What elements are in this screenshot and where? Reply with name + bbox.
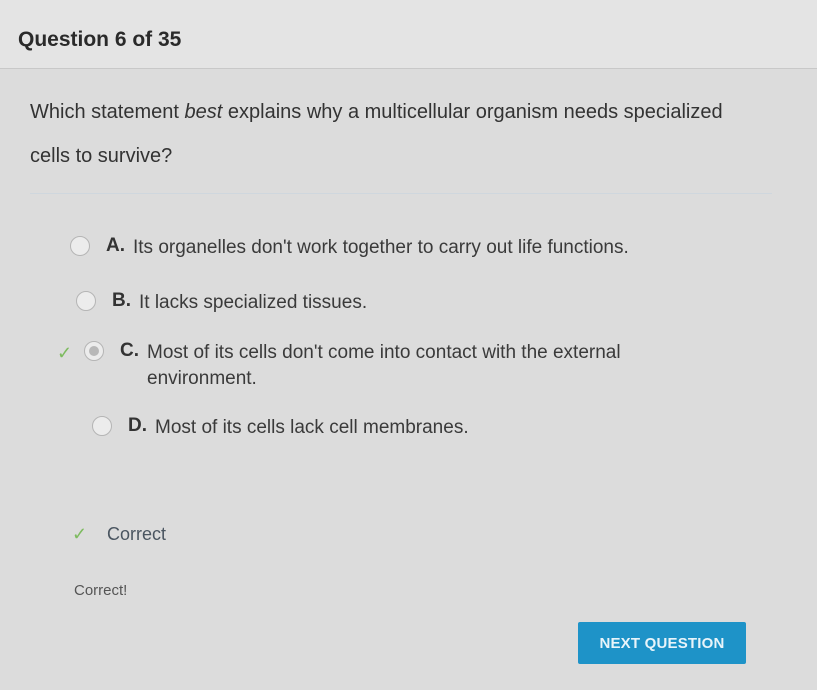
- result-status: Correct: [107, 524, 167, 544]
- check-icon: ✓: [72, 524, 88, 544]
- option-a-radio[interactable]: [70, 236, 90, 256]
- option-c-text: Most of its cells don't come into contac…: [147, 342, 621, 389]
- check-icon: ✓: [57, 343, 73, 363]
- option-b-letter: B.: [112, 290, 131, 311]
- question-text-start: Which statement: [30, 101, 185, 123]
- option-a-letter: A.: [106, 235, 125, 256]
- option-b-radio[interactable]: [76, 291, 96, 311]
- question-emphasis: best: [184, 101, 223, 123]
- next-question-button[interactable]: NEXT QUESTION: [578, 622, 746, 664]
- option-d-text: Most of its cells lack cell membranes.: [155, 417, 469, 438]
- option-d-radio[interactable]: [92, 416, 112, 436]
- option-d-letter: D.: [128, 415, 147, 436]
- option-b-text: It lacks specialized tissues.: [139, 292, 368, 313]
- question-prompt: Which statement best explains why a mult…: [30, 90, 750, 178]
- question-counter: Question 6 of 35: [18, 28, 182, 51]
- option-a-text: Its organelles don't work together to ca…: [133, 237, 629, 258]
- option-a[interactable]: A. Its organelles don't work together to…: [70, 235, 750, 261]
- question-header: Question 6 of 35: [0, 0, 817, 69]
- option-c-letter: C.: [120, 340, 139, 361]
- option-b[interactable]: B. It lacks specialized tissues.: [76, 290, 750, 316]
- option-d[interactable]: D. Most of its cells lack cell membranes…: [92, 415, 692, 441]
- divider: [30, 193, 772, 194]
- option-c[interactable]: C. Most of its cells don't come into con…: [84, 340, 684, 392]
- option-c-radio[interactable]: [84, 341, 104, 361]
- feedback-text: Correct!: [74, 582, 128, 599]
